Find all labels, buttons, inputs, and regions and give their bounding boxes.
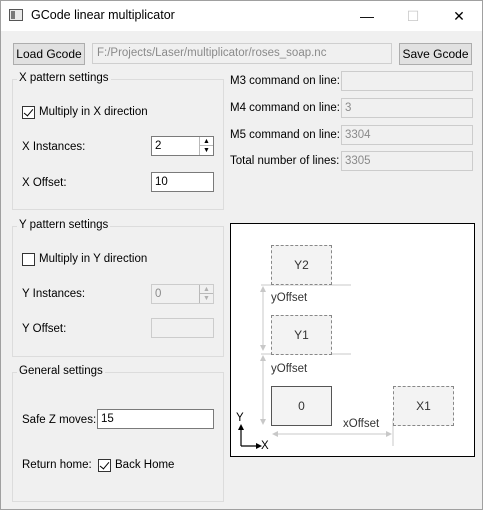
window-title: GCode linear multiplicator <box>31 8 175 22</box>
y-instances-label: Y Instances: <box>22 288 86 300</box>
x-pattern-title: X pattern settings <box>17 72 111 84</box>
file-path-field: F:/Projects/Laser/multiplicator/roses_so… <box>92 43 392 64</box>
total-lines-field: 3305 <box>341 151 473 171</box>
y-instances-value: 0 <box>155 288 162 300</box>
x-instances-label: X Instances: <box>22 141 86 153</box>
main-window: GCode linear multiplicator — ☐ ✕ Load Gc… <box>0 0 483 510</box>
spin-down-icon: ▼ <box>199 294 213 303</box>
m3-label: M3 command on line: <box>230 75 340 87</box>
general-settings-group <box>12 372 224 502</box>
maximize-button[interactable]: ☐ <box>390 1 436 31</box>
x-instances-spin-buttons[interactable]: ▲ ▼ <box>199 137 213 155</box>
safe-z-input[interactable]: 15 <box>97 409 214 429</box>
m5-field: 3304 <box>341 125 473 145</box>
x-offset-label: X Offset: <box>22 177 67 189</box>
safe-z-label: Safe Z moves: <box>22 414 97 426</box>
total-lines-label: Total number of lines: <box>230 155 340 167</box>
spin-down-icon[interactable]: ▼ <box>199 146 213 155</box>
m4-field: 3 <box>341 98 473 118</box>
axis-y-label: Y <box>236 412 244 424</box>
x-instances-spinbox[interactable]: 2 ▲ ▼ <box>151 136 214 156</box>
x-offset-label-diagram: xOffset <box>343 418 380 430</box>
m4-label: M4 command on line: <box>230 102 340 114</box>
pattern-diagram: Y2 yOffset Y1 yOffset 0 X1 xOffset Y X <box>230 223 475 457</box>
box-origin: 0 <box>271 386 332 426</box>
y-offset-input <box>151 318 214 338</box>
x-instances-value: 2 <box>155 140 162 152</box>
general-settings-title: General settings <box>17 365 105 377</box>
box-y2: Y2 <box>271 245 332 285</box>
multiply-x-label[interactable]: Multiply in X direction <box>39 106 148 118</box>
app-icon <box>9 9 23 21</box>
multiply-y-label[interactable]: Multiply in Y direction <box>39 253 147 265</box>
multiply-y-checkbox[interactable] <box>22 253 35 266</box>
y-instances-spin-buttons: ▲ ▼ <box>199 285 213 303</box>
y-instances-spinbox: 0 ▲ ▼ <box>151 284 214 304</box>
box-y1: Y1 <box>271 315 332 355</box>
spin-up-icon[interactable]: ▲ <box>199 137 213 146</box>
return-home-label: Return home: <box>22 459 92 471</box>
title-bar[interactable]: GCode linear multiplicator — ☐ ✕ <box>1 1 482 31</box>
save-gcode-button[interactable]: Save Gcode <box>399 43 472 65</box>
x-offset-input[interactable]: 10 <box>151 172 214 192</box>
y-pattern-title: Y pattern settings <box>17 219 111 231</box>
m3-field <box>341 71 473 91</box>
y-offset-bottom-label: yOffset <box>271 363 308 375</box>
axis-x-label: X <box>261 440 269 452</box>
back-home-label[interactable]: Back Home <box>115 459 174 471</box>
close-button[interactable]: ✕ <box>436 1 482 31</box>
y-offset-top-label: yOffset <box>271 292 308 304</box>
multiply-x-checkbox[interactable] <box>22 106 35 119</box>
spin-up-icon: ▲ <box>199 285 213 294</box>
load-gcode-button[interactable]: Load Gcode <box>13 43 85 65</box>
minimize-button[interactable]: — <box>344 1 390 31</box>
m5-label: M5 command on line: <box>230 129 340 141</box>
box-x1: X1 <box>393 386 454 426</box>
back-home-checkbox[interactable] <box>98 459 111 472</box>
y-offset-label: Y Offset: <box>22 323 67 335</box>
